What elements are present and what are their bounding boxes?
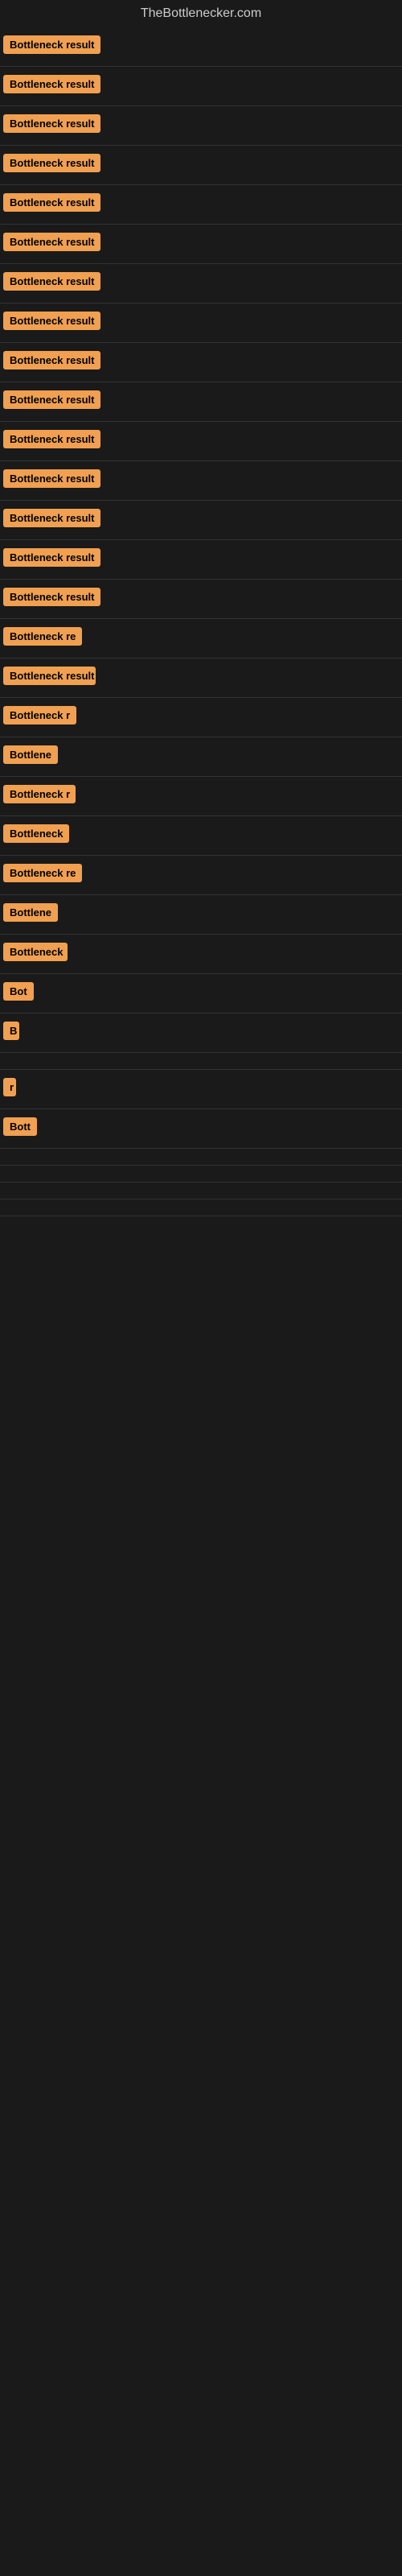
bottleneck-result-label[interactable]: Bottleneck result	[3, 75, 100, 93]
bottleneck-result-label[interactable]: Bottleneck result	[3, 469, 100, 488]
bottleneck-result-label[interactable]: B	[3, 1022, 19, 1040]
result-row: Bottleneck	[0, 816, 402, 856]
result-row: Bottlene	[0, 737, 402, 777]
bottleneck-result-label[interactable]: Bottleneck	[3, 824, 69, 843]
result-row: Bottleneck r	[0, 777, 402, 816]
result-row	[0, 1166, 402, 1183]
result-row	[0, 1053, 402, 1070]
result-row: Bottleneck re	[0, 619, 402, 658]
bottleneck-result-label[interactable]: Bottlene	[3, 745, 58, 764]
result-row: Bottleneck	[0, 935, 402, 974]
result-row: Bottleneck result	[0, 658, 402, 698]
result-row: Bottleneck result	[0, 106, 402, 146]
bottleneck-result-label[interactable]: Bottleneck r	[3, 706, 76, 724]
bottleneck-result-label[interactable]: Bottleneck result	[3, 588, 100, 606]
result-row: Bottleneck result	[0, 461, 402, 501]
result-row: Bottleneck r	[0, 698, 402, 737]
bottleneck-result-label[interactable]: Bottleneck re	[3, 864, 82, 882]
bottleneck-result-label[interactable]: Bottleneck result	[3, 548, 100, 567]
result-row: Bottleneck result	[0, 225, 402, 264]
bottleneck-result-label[interactable]: Bott	[3, 1117, 37, 1136]
result-row: Bottleneck result	[0, 27, 402, 67]
result-row: Bottleneck result	[0, 264, 402, 303]
site-title: TheBottlenecker.com	[0, 0, 402, 27]
bottleneck-result-label[interactable]: Bottleneck result	[3, 509, 100, 527]
bottleneck-result-label[interactable]: r	[3, 1078, 16, 1096]
result-row: Bottleneck result	[0, 303, 402, 343]
bottleneck-result-label[interactable]: Bottleneck result	[3, 114, 100, 133]
result-row: r	[0, 1070, 402, 1109]
result-row: Bottleneck result	[0, 382, 402, 422]
bottleneck-result-label[interactable]: Bottleneck result	[3, 430, 100, 448]
result-row: Bottleneck result	[0, 146, 402, 185]
bottleneck-result-label[interactable]: Bottleneck result	[3, 233, 100, 251]
result-row: Bottleneck result	[0, 580, 402, 619]
bottleneck-result-label[interactable]: Bottleneck	[3, 943, 68, 961]
result-row: B	[0, 1013, 402, 1053]
result-row: Bottleneck result	[0, 540, 402, 580]
bottleneck-result-label[interactable]: Bot	[3, 982, 34, 1001]
result-row	[0, 1149, 402, 1166]
result-row: Bottleneck result	[0, 67, 402, 106]
result-row	[0, 1199, 402, 1216]
bottleneck-result-label[interactable]: Bottlene	[3, 903, 58, 922]
bottleneck-result-label[interactable]: Bottleneck result	[3, 667, 96, 685]
result-row: Bottleneck result	[0, 422, 402, 461]
result-row	[0, 1183, 402, 1199]
results-container: Bottleneck result Bottleneck result Bottle…	[0, 27, 402, 1216]
bottleneck-result-label[interactable]: Bottleneck result	[3, 154, 100, 172]
result-row: Bottleneck result	[0, 185, 402, 225]
bottleneck-result-label[interactable]: Bottleneck result	[3, 193, 100, 212]
result-row: Bott	[0, 1109, 402, 1149]
bottleneck-result-label[interactable]: Bottleneck r	[3, 785, 76, 803]
result-row: Bottleneck result	[0, 501, 402, 540]
bottleneck-result-label[interactable]: Bottleneck result	[3, 35, 100, 54]
bottleneck-result-label[interactable]: Bottleneck re	[3, 627, 82, 646]
bottleneck-result-label[interactable]: Bottleneck result	[3, 390, 100, 409]
result-row: Bot	[0, 974, 402, 1013]
bottleneck-result-label[interactable]: Bottleneck result	[3, 312, 100, 330]
result-row: Bottleneck re	[0, 856, 402, 895]
bottleneck-result-label[interactable]: Bottleneck result	[3, 351, 100, 369]
result-row: Bottlene	[0, 895, 402, 935]
result-row: Bottleneck result	[0, 343, 402, 382]
bottleneck-result-label[interactable]: Bottleneck result	[3, 272, 100, 291]
